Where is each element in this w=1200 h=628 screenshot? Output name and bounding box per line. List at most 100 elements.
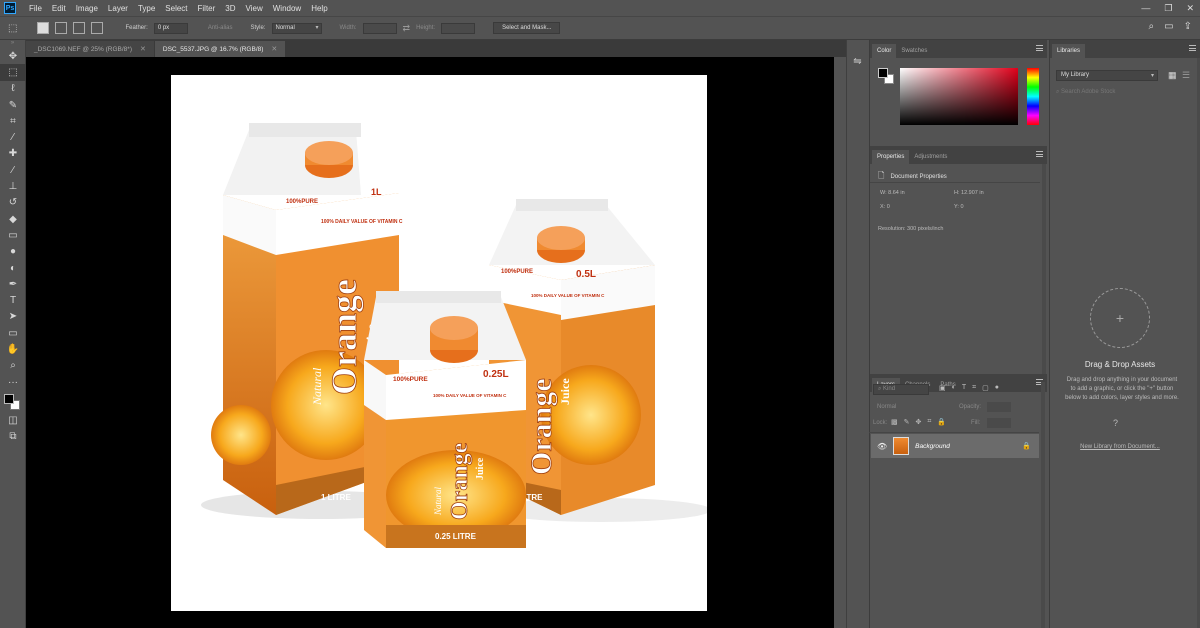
menu-type[interactable]: Type: [133, 4, 160, 13]
lock-all-icon[interactable]: 🔒: [937, 418, 946, 426]
foreground-color[interactable]: [4, 394, 14, 405]
menu-view[interactable]: View: [241, 4, 268, 13]
gradient-icon[interactable]: ▭: [0, 227, 26, 243]
marquee-preset-icon[interactable]: ⬚: [8, 23, 17, 34]
smart-filter-icon[interactable]: ▢: [982, 384, 989, 392]
workspace-icon[interactable]: ▭: [1164, 21, 1173, 32]
minimize-button[interactable]: —: [1141, 3, 1150, 13]
menu-file[interactable]: File: [24, 4, 47, 13]
width-input[interactable]: [362, 22, 397, 34]
menu-layer[interactable]: Layer: [103, 4, 133, 13]
eyedropper-icon[interactable]: ⁄: [0, 129, 26, 145]
type-filter-icon[interactable]: T: [962, 384, 966, 392]
antialias-checkbox[interactable]: Anti-alias: [208, 25, 233, 31]
menu-select[interactable]: Select: [160, 4, 192, 13]
lock-image-icon[interactable]: ✎: [904, 418, 910, 426]
opacity-input[interactable]: [987, 402, 1011, 412]
h-value[interactable]: 12.907 in: [961, 190, 984, 196]
menu-image[interactable]: Image: [71, 4, 103, 13]
list-view-icon[interactable]: ☰: [1182, 70, 1190, 81]
artboard-icon[interactable]: ⌗: [927, 418, 931, 426]
feather-input[interactable]: 0 px: [153, 22, 188, 34]
x-value[interactable]: 0: [887, 204, 890, 210]
tab-adjustments[interactable]: Adjustments: [909, 150, 952, 164]
kind-filter[interactable]: ⌕ Kind: [873, 384, 929, 395]
history-brush-icon[interactable]: ↺: [0, 195, 26, 211]
eye-icon[interactable]: 👁: [877, 442, 887, 451]
menu-help[interactable]: Help: [306, 4, 332, 13]
brush-icon[interactable]: ∕: [0, 162, 26, 178]
share-icon[interactable]: ⇪: [1184, 21, 1192, 32]
height-input[interactable]: [441, 22, 476, 34]
lock-transparency-icon[interactable]: ▩: [891, 418, 898, 426]
dodge-icon[interactable]: ◐: [0, 260, 26, 276]
close-icon[interactable]: ✕: [140, 45, 146, 53]
quick-mask-icon[interactable]: ◫: [0, 412, 26, 428]
panel-menu-icon[interactable]: [1189, 45, 1196, 51]
pixel-filter-icon[interactable]: ▣: [939, 384, 946, 392]
more-icon[interactable]: ···: [0, 374, 26, 390]
menu-edit[interactable]: Edit: [47, 4, 71, 13]
hand-icon[interactable]: ✋: [0, 341, 26, 357]
tab-properties[interactable]: Properties: [872, 150, 910, 164]
menu-filter[interactable]: Filter: [193, 4, 221, 13]
rectangle-icon[interactable]: ▭: [0, 325, 26, 341]
close-button[interactable]: ✕: [1186, 3, 1194, 14]
path-select-icon[interactable]: ➤: [0, 309, 26, 325]
foreground-swatch[interactable]: [878, 68, 888, 78]
hue-slider[interactable]: [1027, 68, 1039, 125]
screen-mode-icon[interactable]: ⧉: [0, 429, 26, 445]
pen-icon[interactable]: ✒: [0, 276, 26, 292]
healing-icon[interactable]: ✚: [0, 146, 26, 162]
add-asset-button[interactable]: +: [1090, 288, 1150, 348]
help-icon[interactable]: ?: [1113, 418, 1118, 428]
blur-icon[interactable]: ●: [0, 244, 26, 260]
lasso-icon[interactable]: ℓ: [0, 81, 26, 97]
stamp-icon[interactable]: ⊥: [0, 178, 26, 194]
tab-libraries[interactable]: Libraries: [1052, 44, 1086, 58]
zoom-icon[interactable]: ⌕: [0, 358, 26, 374]
y-value[interactable]: 0: [960, 204, 963, 210]
new-selection-icon[interactable]: [37, 22, 50, 34]
tab-color[interactable]: Color: [872, 44, 897, 58]
library-select[interactable]: My Library ▾: [1056, 70, 1158, 81]
move-icon[interactable]: ✥: [0, 48, 26, 64]
panel-menu-icon[interactable]: [1036, 151, 1043, 157]
scrollbar[interactable]: [1041, 382, 1045, 628]
fill-input[interactable]: [987, 418, 1011, 428]
w-value[interactable]: 8.64 in: [888, 190, 905, 196]
menu-3d[interactable]: 3D: [220, 4, 240, 13]
blend-mode-select[interactable]: Normal: [873, 402, 933, 413]
maximize-button[interactable]: ❐: [1164, 3, 1172, 14]
add-selection-icon[interactable]: [55, 22, 68, 34]
filter-toggle-icon[interactable]: ●: [995, 384, 999, 392]
layer-name[interactable]: Background: [915, 443, 950, 450]
shape-filter-icon[interactable]: ⌗: [972, 384, 976, 392]
style-select[interactable]: Normal: [271, 22, 322, 34]
tab-swatches[interactable]: Swatches: [896, 44, 932, 58]
crop-icon[interactable]: ⌗: [0, 113, 26, 129]
subtract-selection-icon[interactable]: [73, 22, 86, 34]
tab-dsc1069[interactable]: _DSC1069.NEF @ 25% (RGB/8*) ✕: [26, 41, 154, 57]
collapse-icon[interactable]: »: [0, 40, 25, 48]
type-icon[interactable]: T: [0, 292, 26, 308]
marquee-icon[interactable]: ⬚: [0, 64, 26, 81]
search-icon[interactable]: ⌕: [1149, 21, 1155, 32]
color-swatches[interactable]: [0, 390, 25, 412]
grid-view-icon[interactable]: ▦: [1168, 70, 1177, 81]
lock-position-icon[interactable]: ✥: [916, 418, 922, 426]
eraser-icon[interactable]: ◆: [0, 211, 26, 227]
document-canvas[interactable]: 1 LITRE 100%PURE 1L 100% DAILY VALUE OF …: [171, 75, 707, 611]
color-field[interactable]: [900, 68, 1018, 125]
tab-dsc5537[interactable]: DSC_5537.JPG @ 16.7% (RGB/8) ✕: [154, 41, 286, 57]
stock-search-input[interactable]: ⌕ Search Adobe Stock: [1056, 88, 1196, 99]
close-icon[interactable]: ✕: [271, 45, 277, 53]
panel-menu-icon[interactable]: [1036, 45, 1043, 51]
menu-window[interactable]: Window: [268, 4, 306, 13]
layer-row-background[interactable]: 👁 Background 🔒: [871, 434, 1039, 458]
adjustment-filter-icon[interactable]: ◐: [952, 384, 956, 392]
quick-select-icon[interactable]: ✎: [0, 97, 26, 113]
scrollbar[interactable]: [1042, 164, 1046, 374]
intersect-selection-icon[interactable]: [91, 22, 104, 34]
history-panel-icon[interactable]: ⇋: [847, 56, 868, 67]
